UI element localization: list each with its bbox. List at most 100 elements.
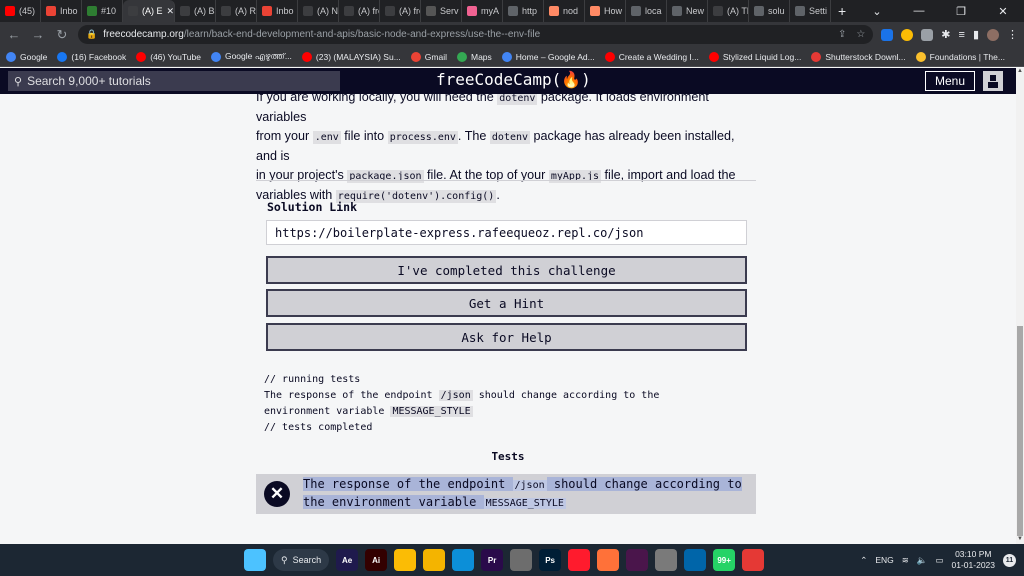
side-panel-icon[interactable]: ▮ [973, 28, 979, 41]
bookmark-item[interactable]: Create a Wedding I... [604, 51, 699, 62]
bookmark-item[interactable]: (46) YouTube [136, 51, 201, 62]
tab-favicon-icon [46, 6, 56, 16]
solution-link-input[interactable] [266, 220, 747, 245]
browser-tab[interactable]: (A) free [380, 0, 421, 22]
forward-button[interactable]: → [30, 27, 46, 42]
opera-icon[interactable] [568, 549, 591, 571]
menu-button[interactable]: Menu [925, 71, 975, 91]
browser-tab[interactable]: (A) Basi [175, 0, 216, 22]
volume-icon[interactable]: 🔈 [917, 555, 928, 566]
notification-badge[interactable]: 11 [1003, 553, 1016, 567]
premiere-icon[interactable]: Pr [481, 549, 504, 571]
media-control-icon[interactable]: ≡ [959, 29, 965, 41]
search-icon: ⚲ [14, 75, 23, 88]
browser-tab[interactable]: Inbo [257, 0, 298, 22]
browser-tab[interactable]: (A) The [708, 0, 749, 22]
whatsapp-icon[interactable]: 99+ [713, 549, 736, 571]
browser-tab[interactable]: http [503, 0, 544, 22]
browser-tab[interactable]: nod [544, 0, 585, 22]
bookmark-item[interactable]: Gmail [410, 51, 447, 62]
page-scrollbar[interactable]: ▲ ▼ [1016, 68, 1024, 544]
browser-tab[interactable]: (A) E ✕ [123, 0, 175, 22]
back-button[interactable]: ← [6, 27, 22, 42]
address-bar[interactable]: 🔒 freecodecamp.org/learn/back-end-develo… [78, 25, 874, 44]
start-icon[interactable] [244, 549, 266, 571]
scroll-down-arrow[interactable]: ▼ [1016, 536, 1024, 544]
browser-tab[interactable]: New [667, 0, 708, 22]
taskbar-search-label: Search [292, 555, 322, 565]
bookmark-item[interactable]: Stylized Liquid Log... [708, 51, 801, 62]
bookmark-item[interactable]: Shutterstock Downl... [811, 51, 906, 62]
after-effects-icon[interactable]: Ae [336, 549, 359, 571]
taskbar-search[interactable]: ⚲ Search [273, 549, 330, 571]
file-explorer-icon[interactable] [423, 549, 446, 571]
browser-tab[interactable]: #10 [82, 0, 123, 22]
scroll-up-arrow[interactable]: ▲ [1016, 68, 1024, 76]
bookmark-item[interactable]: Maps [456, 51, 492, 62]
console-line: // running tests [264, 374, 361, 385]
bookmark-item[interactable]: Google എഴുത്ത്... [210, 51, 292, 62]
clock[interactable]: 03:10 PM 01-01-2023 [952, 549, 995, 571]
inline-code: /json [512, 480, 547, 491]
tab-favicon-icon [631, 6, 641, 16]
browser-tab[interactable]: (A) Rep [216, 0, 257, 22]
vscode-icon[interactable] [684, 549, 707, 571]
tab-search-icon[interactable]: ⌄ [856, 0, 898, 22]
bookmark-label: Maps [470, 51, 492, 62]
settings-icon[interactable] [655, 549, 678, 571]
slack-icon[interactable] [626, 549, 649, 571]
completed-challenge-button[interactable]: I've completed this challenge [266, 256, 747, 284]
chrome-icon[interactable] [394, 549, 417, 571]
test-failed-icon: ✕ [264, 481, 290, 507]
fcc-navbar: ⚲ Search 9,000+ tutorials freeCodeCamp(🔥… [0, 68, 1016, 94]
bookmark-label: (23) (MALAYSIA) Su... [315, 51, 401, 62]
restore-button[interactable]: ❐ [940, 0, 982, 22]
bookmark-item[interactable]: Foundations | The... [915, 51, 1005, 62]
minimize-button[interactable]: — [898, 0, 940, 22]
share-icon[interactable]: ⇪ [838, 29, 846, 40]
browser-tab[interactable]: (45) [0, 0, 41, 22]
close-tab-icon[interactable]: ✕ [167, 6, 174, 17]
lock-icon: 🔒 [86, 29, 98, 39]
bookmark-item[interactable]: Google [6, 51, 47, 62]
browser-tab[interactable]: Inbo [41, 0, 82, 22]
profile-avatar[interactable] [987, 28, 999, 41]
new-tab-button[interactable]: + [831, 3, 853, 19]
browser-tab[interactable]: solu [749, 0, 790, 22]
browser-tab[interactable]: loca [626, 0, 667, 22]
browser-tab[interactable]: How [585, 0, 626, 22]
edge-icon[interactable] [452, 549, 475, 571]
bookmark-favicon-icon [210, 51, 221, 62]
extensions-puzzle-icon[interactable]: ✱ [941, 28, 950, 41]
app-icon[interactable] [510, 549, 533, 571]
media-player-icon[interactable] [742, 549, 765, 571]
chrome-menu-icon[interactable]: ⋮ [1007, 28, 1018, 41]
extension-icon[interactable] [901, 28, 914, 41]
fcc-logo[interactable]: freeCodeCamp(🔥) [436, 70, 591, 89]
language-indicator[interactable]: ENG [875, 555, 893, 565]
browser-tab[interactable]: myA [462, 0, 503, 22]
search-tutorials-input[interactable]: ⚲ Search 9,000+ tutorials [8, 71, 340, 91]
get-hint-button[interactable]: Get a Hint [266, 289, 747, 317]
illustrator-icon[interactable]: Ai [365, 549, 388, 571]
tray-overflow-icon[interactable]: ⌃ [860, 555, 867, 566]
bookmark-item[interactable]: Home – Google Ad... [501, 51, 595, 62]
reload-button[interactable]: ↻ [54, 27, 70, 43]
bookmark-item[interactable]: (16) Facebook [57, 51, 126, 62]
scrollbar-thumb[interactable] [1017, 326, 1023, 536]
user-avatar[interactable] [983, 71, 1003, 91]
wifi-icon[interactable]: ≋ [902, 555, 909, 566]
bookmark-star-icon[interactable]: ☆ [856, 29, 865, 40]
extension-icon[interactable] [921, 28, 934, 41]
ask-for-help-button[interactable]: Ask for Help [266, 323, 747, 351]
battery-icon[interactable]: ▭ [935, 555, 943, 566]
firefox-icon[interactable] [597, 549, 620, 571]
extension-icon[interactable] [881, 28, 894, 41]
browser-tab[interactable]: Setti [790, 0, 831, 22]
bookmark-item[interactable]: (23) (MALAYSIA) Su... [301, 51, 401, 62]
browser-tab[interactable]: Serv [421, 0, 462, 22]
close-window-button[interactable]: ✕ [982, 0, 1024, 22]
browser-tab[interactable]: (A) Not [298, 0, 339, 22]
photoshop-icon[interactable]: Ps [539, 549, 562, 571]
browser-tab[interactable]: (A) free [339, 0, 380, 22]
